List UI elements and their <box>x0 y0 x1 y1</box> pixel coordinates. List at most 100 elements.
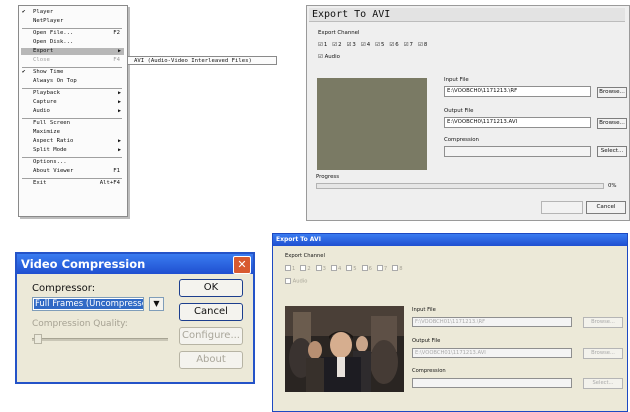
checkbox-icon <box>346 265 353 271</box>
channel-2-checkbox: 2 <box>300 265 311 272</box>
export-submenu[interactable]: AVI (Audio-Video Interleaved Files) <box>127 56 277 65</box>
menu-item-label: About Viewer <box>33 168 74 174</box>
output-file-label: Output File <box>412 338 441 344</box>
select-compressor-button: Select... <box>583 378 623 389</box>
menu-item-export[interactable]: Export ▶ <box>21 48 124 55</box>
menu-item-aspect-ratio[interactable]: Aspect Ratio ▶ <box>21 138 124 145</box>
ok-button[interactable]: OK <box>179 279 243 297</box>
configure-button: Configure... <box>179 327 243 345</box>
menu-item-exit[interactable]: Exit Alt+F4 <box>21 180 124 187</box>
channel-1-checkbox: 1 <box>285 265 295 272</box>
dialog-title: Export To AVI <box>309 8 625 22</box>
channel-5-checkbox[interactable]: ☑5 <box>375 42 384 48</box>
menu-item-label: Full Screen <box>33 120 71 126</box>
output-browse-button[interactable]: Browse... <box>597 118 627 129</box>
checkbox-icon <box>392 265 399 271</box>
input-file-field: F:\VOOBCH01\1171213.\RF <box>412 317 572 327</box>
menu-separator <box>22 88 122 89</box>
dropdown-arrow[interactable]: ▼ <box>149 297 164 311</box>
menu-item-label: Playback <box>33 90 60 96</box>
checkbox-icon <box>376 265 383 271</box>
menu-item-label: Open Disk... <box>33 39 74 45</box>
checkbox-icon <box>330 265 337 271</box>
channel-label: 7 <box>383 265 388 272</box>
channel-4-checkbox: 4 <box>330 265 341 272</box>
menu-item-shortcut: F4 <box>113 57 120 63</box>
compression-field <box>412 378 572 388</box>
close-button[interactable]: ✕ <box>233 256 251 274</box>
audio-checkbox[interactable]: ☑ Audio <box>318 54 340 60</box>
menu-item-label: Aspect Ratio <box>33 138 74 144</box>
audio-label: Audio <box>324 54 340 60</box>
quality-slider <box>32 333 168 345</box>
checked-icon: ☑ <box>403 42 409 48</box>
channel-label: 2 <box>307 265 311 272</box>
menu-item-open-file[interactable]: Open File... F2 <box>21 30 124 37</box>
channel-6-checkbox[interactable]: ☑6 <box>389 42 398 48</box>
channel-7-checkbox[interactable]: ☑7 <box>404 42 413 48</box>
menu-item-netplayer[interactable]: NetPlayer <box>21 18 124 25</box>
ok-button[interactable] <box>541 201 583 214</box>
output-file-field: E:\VOOBCH01\1171213.AVI <box>412 348 572 358</box>
menu-item-label: Player <box>33 9 54 15</box>
submenu-arrow-icon: ▶ <box>117 48 121 54</box>
checkbox-icon <box>285 278 291 284</box>
menu-item-full-screen[interactable]: Full Screen <box>21 120 124 127</box>
menu-item-label: Split Mode <box>33 147 67 153</box>
menu-item-always-on-top[interactable]: Always On Top <box>21 78 124 85</box>
audio-label: Audio <box>292 278 308 285</box>
channel-label: 4 <box>366 42 371 48</box>
cancel-button[interactable]: Cancel <box>179 303 243 321</box>
submenu-arrow-icon: ▶ <box>117 90 121 96</box>
output-file-field[interactable]: E:\VOOBCH0\1171213.AVI <box>444 117 591 128</box>
compressor-select[interactable]: Full Frames (Uncompressed) <box>32 297 144 311</box>
submenu-arrow-icon: ▶ <box>117 99 121 105</box>
menu-item-label: Maximize <box>33 129 60 135</box>
menu-item-label: Show Time <box>33 69 64 75</box>
video-preview <box>285 306 404 392</box>
channel-checkboxes: ☑1 ☑2 ☑3 ☑4 ☑5 ☑6 ☑7 ☑8 <box>318 42 432 48</box>
compressor-label: Compressor: <box>32 283 96 294</box>
output-file-label: Output File <box>444 108 474 114</box>
channel-2-checkbox[interactable]: ☑2 <box>332 42 341 48</box>
menu-item-about-viewer[interactable]: About Viewer F1 <box>21 168 124 175</box>
menu-item-capture[interactable]: Capture ▶ <box>21 99 124 106</box>
menu-item-options[interactable]: Options... <box>21 159 124 166</box>
checked-icon: ☑ <box>318 54 323 60</box>
channel-4-checkbox[interactable]: ☑4 <box>361 42 370 48</box>
input-file-label: Input File <box>444 77 469 83</box>
output-browse-button: Browse... <box>583 348 623 359</box>
channel-8-checkbox[interactable]: ☑8 <box>418 42 427 48</box>
menu-item-audio[interactable]: Audio ▶ <box>21 108 124 115</box>
menu-item-open-disk[interactable]: Open Disk... <box>21 39 124 46</box>
menu-item-label: Audio <box>33 108 50 114</box>
input-browse-button: Browse... <box>583 317 623 328</box>
input-browse-button[interactable]: Browse... <box>597 87 627 98</box>
submenu-item-avi[interactable]: AVI (Audio-Video Interleaved Files) <box>134 58 252 64</box>
compression-label: Compression <box>412 368 446 374</box>
export-channel-label: Export Channel <box>318 30 360 36</box>
menu-item-player[interactable]: ✔ Player <box>21 9 124 16</box>
checkbox-icon <box>315 265 322 271</box>
channel-label: 6 <box>368 265 372 272</box>
progress-label: Progress <box>316 174 340 180</box>
channel-label: 3 <box>352 42 356 48</box>
menu-item-playback[interactable]: Playback ▶ <box>21 90 124 97</box>
menu-separator <box>22 178 122 179</box>
checked-icon: ☑ <box>346 42 352 48</box>
channel-5-checkbox: 5 <box>346 265 357 272</box>
channel-1-checkbox[interactable]: ☑1 <box>318 42 327 48</box>
cancel-button[interactable]: Cancel <box>586 201 626 214</box>
input-file-field[interactable]: E:\VOOBCH0\1171213.\RF <box>444 86 591 97</box>
menu-item-label: Options... <box>33 159 67 165</box>
menu-item-show-time[interactable]: ✔ Show Time <box>21 69 124 76</box>
menu-item-maximize[interactable]: Maximize <box>21 129 124 136</box>
menu-item-label: Capture <box>33 99 57 105</box>
checked-icon: ☑ <box>417 42 423 48</box>
select-compressor-button[interactable]: Select... <box>597 146 627 157</box>
menu-item-split-mode[interactable]: Split Mode ▶ <box>21 147 124 154</box>
channel-3-checkbox[interactable]: ☑3 <box>347 42 356 48</box>
context-menu: ✔ Player NetPlayer Open File... F2 Open Disk.… <box>18 5 128 217</box>
export-channel-label: Export Channel <box>285 253 325 259</box>
checkbox-icon <box>300 265 307 271</box>
